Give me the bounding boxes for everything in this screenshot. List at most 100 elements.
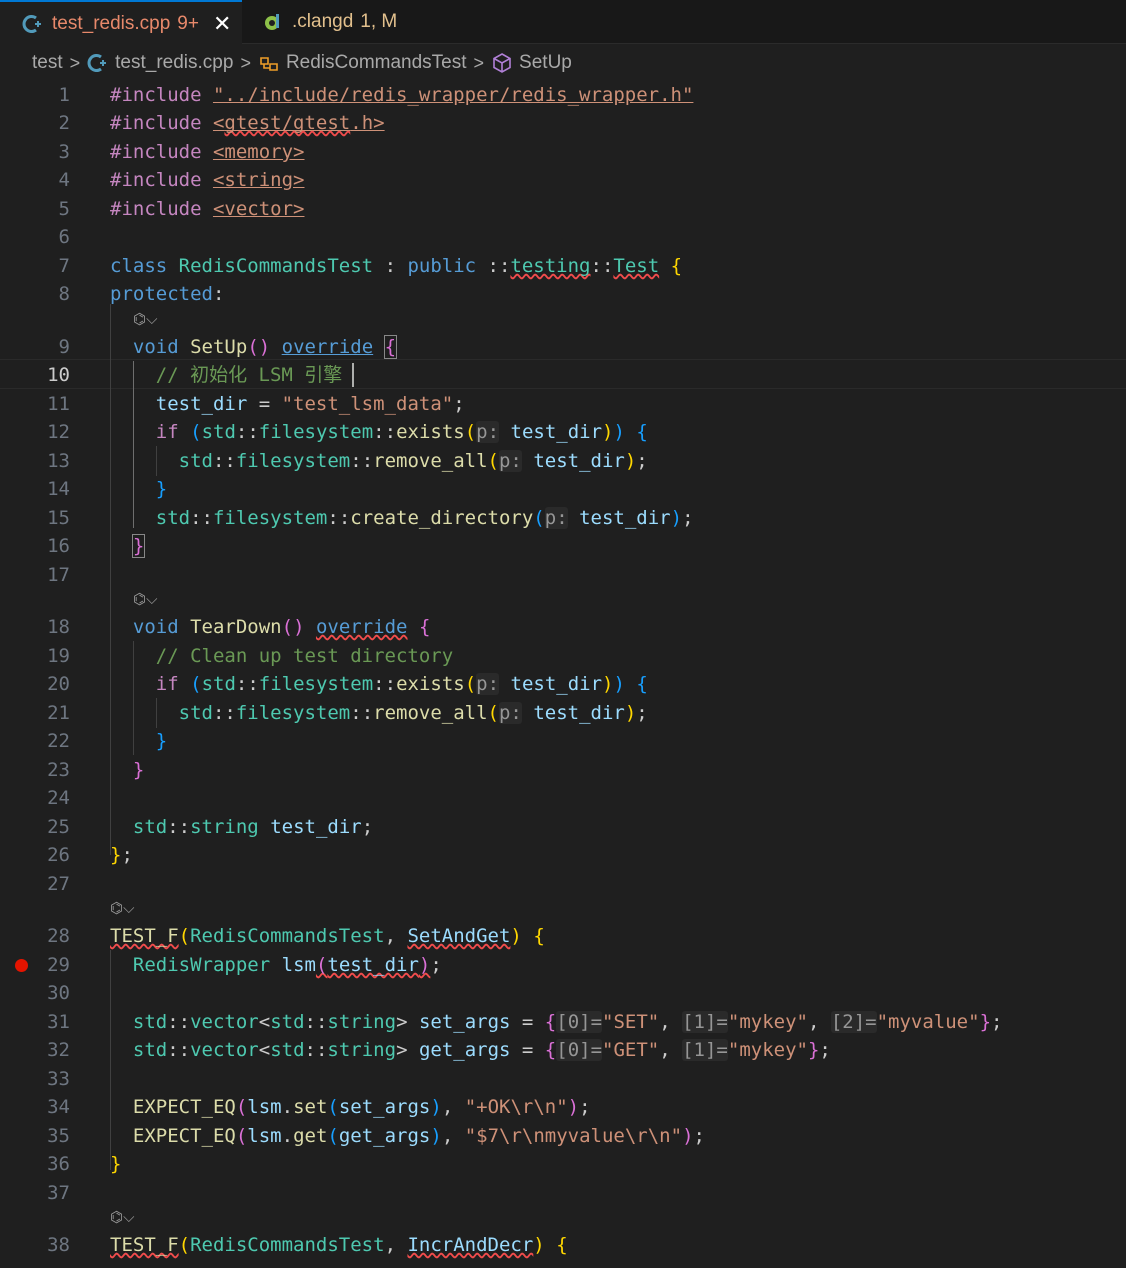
line-number: 15 [47,507,70,529]
code-line[interactable]: 22 } [0,727,1126,755]
code-line[interactable]: 11 test_dir = "test_lsm_data"; [0,390,1126,418]
code-line[interactable]: 1 #include "../include/redis_wrapper/red… [0,81,1126,109]
line-number: 23 [47,759,70,781]
line-number: 27 [47,873,70,895]
line-number: 35 [47,1125,70,1147]
code-line[interactable]: 32 std::vector<std::string> get_args = {… [0,1036,1126,1064]
code-line[interactable]: 28 TEST_F(RedisCommandsTest, SetAndGet) … [0,922,1126,950]
breadcrumb-folder[interactable]: test [32,52,63,74]
close-tab-icon[interactable]: ✕ [213,11,231,37]
line-number: 3 [58,141,70,163]
line-number: 32 [47,1039,70,1061]
code-line[interactable]: 37 [0,1179,1126,1207]
code-line[interactable]: 10 // 初始化 LSM 引擎 [0,361,1126,389]
line-number: 16 [47,535,70,557]
line-number: 7 [58,255,70,277]
code-line[interactable]: 3 #include <memory> [0,138,1126,166]
breadcrumb-class[interactable]: RedisCommandsTest [258,52,467,74]
line-number: 31 [47,1011,70,1033]
codelens-icon[interactable]: ⌬⌵ [133,310,157,334]
code-line[interactable]: 16 } [0,532,1126,560]
code-line[interactable]: 26 }; [0,841,1126,869]
breadcrumb: test > test_redis.cpp > RedisCommandsTes… [0,45,1126,81]
codelens-icon[interactable]: ⌬⌵ [110,899,134,923]
breadcrumb-file-label: test_redis.cpp [115,52,234,73]
tab-test-redis-cpp[interactable]: test_redis.cpp 9+ ✕ [0,0,242,45]
code-line[interactable]: 4 #include <string> [0,166,1126,194]
code-line[interactable]: 19 // Clean up test directory [0,642,1126,670]
code-line[interactable]: 30 [0,979,1126,1007]
line-number: 37 [47,1182,70,1204]
codelens-icon[interactable]: ⌬⌵ [133,590,157,614]
line-number: 36 [47,1153,70,1175]
breadcrumb-folder-label: test [32,52,63,73]
code-line[interactable]: 7 class RedisCommandsTest : public ::tes… [0,252,1126,280]
code-line[interactable]: 35 EXPECT_EQ(lsm.get(get_args), "$7\r\nm… [0,1122,1126,1150]
code-line[interactable]: 5 #include <vector> [0,195,1126,223]
problem-count-badge: 1, M [360,11,398,32]
breadcrumb-file[interactable]: test_redis.cpp [87,52,233,74]
tab-label: .clangd [292,11,354,32]
code-line[interactable]: 29 RedisWrapper lsm(test_dir); [0,951,1126,979]
breadcrumb-method[interactable]: SetUp [491,52,572,74]
line-number: 14 [47,478,70,500]
line-number: 26 [47,844,70,866]
code-line[interactable]: 25 std::string test_dir; [0,813,1126,841]
code-line[interactable]: 18 void TearDown() override { [0,613,1126,641]
tab-bar: test_redis.cpp 9+ ✕ .clangd 1, M [0,0,1126,45]
code-line[interactable]: 12 if (std::filesystem::exists(p: test_d… [0,418,1126,446]
breadcrumb-class-label: RedisCommandsTest [285,52,467,73]
line-number: 34 [47,1096,70,1118]
line-number: 8 [58,283,70,305]
code-editor[interactable]: 1 #include "../include/redis_wrapper/red… [0,81,1126,1268]
code-line[interactable]: 33 [0,1065,1126,1093]
code-line[interactable]: 13 std::filesystem::remove_all(p: test_d… [0,447,1126,475]
code-line[interactable]: 9 void SetUp() override { [0,333,1126,361]
code-line[interactable]: 20 if (std::filesystem::exists(p: test_d… [0,670,1126,698]
code-line[interactable]: 6 [0,223,1126,251]
tab-label: test_redis.cpp [52,12,171,34]
code-line[interactable]: 17 [0,561,1126,589]
cpp-file-icon [22,14,41,33]
code-line[interactable]: 38 TEST_F(RedisCommandsTest, IncrAndDecr… [0,1231,1126,1259]
line-number: 17 [47,564,70,586]
text-cursor [352,363,354,387]
code-line[interactable]: 8 protected: [0,280,1126,308]
line-number: 1 [58,84,70,106]
line-number: 5 [58,198,70,220]
line-number: 20 [47,673,70,695]
line-number: 38 [47,1234,70,1256]
line-number: 21 [47,702,70,724]
line-number: 30 [47,982,70,1004]
line-number: 33 [47,1068,70,1090]
tab-clangd[interactable]: .clangd 1, M [242,0,410,44]
breadcrumb-method-label: SetUp [519,52,572,73]
code-line[interactable]: 14 } [0,475,1126,503]
code-line[interactable]: 27 [0,870,1126,898]
code-line[interactable]: 2 #include <gtest/gtest.h> [0,109,1126,137]
line-number: 28 [47,925,70,947]
code-line[interactable]: 31 std::vector<std::string> set_args = {… [0,1008,1126,1036]
line-number: 19 [47,645,70,667]
line-number: 10 [47,364,70,386]
line-number: 9 [58,336,70,358]
line-number: 25 [47,816,70,838]
line-number: 6 [58,226,70,248]
code-line[interactable]: 15 std::filesystem::create_directory(p: … [0,504,1126,532]
line-number: 24 [47,787,70,809]
codelens-icon[interactable]: ⌬⌵ [110,1208,134,1232]
chevron-right-icon: > [69,52,81,73]
line-number: 22 [47,730,70,752]
code-line[interactable]: 21 std::filesystem::remove_all(p: test_d… [0,699,1126,727]
line-number: 18 [47,616,70,638]
clangd-file-icon [265,14,279,30]
code-line[interactable]: 34 EXPECT_EQ(lsm.set(set_args), "+OK\r\n… [0,1093,1126,1121]
line-number: 13 [47,450,70,472]
problem-count-badge: 9+ [177,12,199,34]
line-number: 29 [47,954,70,976]
code-line[interactable]: 36 } [0,1150,1126,1178]
code-line[interactable]: 23 } [0,756,1126,784]
code-line[interactable]: 24 [0,784,1126,812]
chevron-right-icon: > [473,52,485,73]
chevron-right-icon: > [240,52,251,73]
